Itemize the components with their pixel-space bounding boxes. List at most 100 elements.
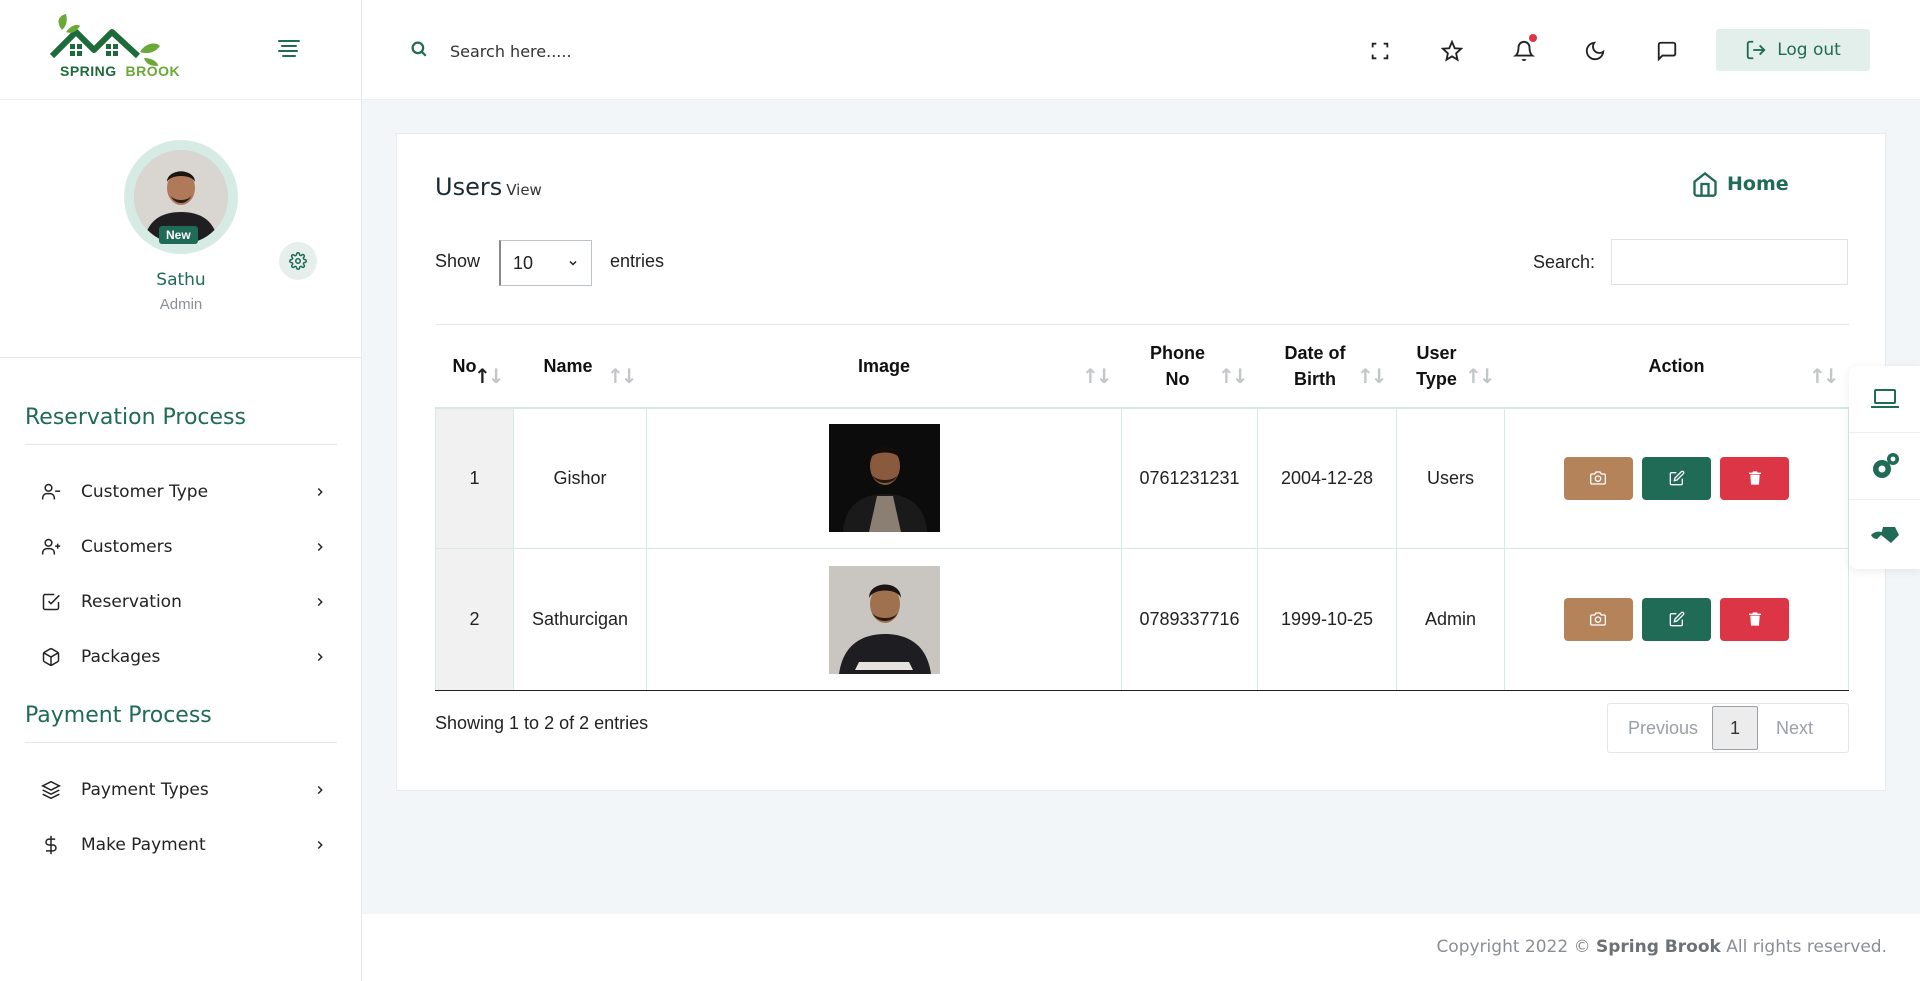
trash-icon: [1748, 471, 1761, 485]
page-title: Users View: [435, 173, 542, 201]
cell-phone: 0789337716: [1121, 548, 1258, 691]
edit-icon: [1669, 611, 1684, 627]
sidebar-item-label: Make Payment: [81, 835, 206, 855]
star-icon[interactable]: [1439, 38, 1465, 64]
global-search-input[interactable]: [450, 36, 850, 66]
column-header-image[interactable]: Image ↑↓: [646, 324, 1122, 409]
logo-text-part1: SPRING: [60, 63, 117, 79]
previous-page-button[interactable]: Previous: [1628, 718, 1698, 739]
cell-no: 2: [435, 548, 514, 691]
sort-icon: ↑↓: [1356, 363, 1387, 388]
sidebar-item-make-payment[interactable]: Make Payment: [25, 825, 337, 865]
photo-button[interactable]: [1563, 598, 1633, 641]
user-plus-icon: [41, 536, 71, 558]
check-square-icon: [41, 591, 71, 613]
logout-icon: [1747, 40, 1766, 60]
column-header-phone[interactable]: Phone No ↑↓: [1121, 324, 1258, 409]
user-photo[interactable]: [828, 565, 940, 674]
profile-role: Admin: [159, 296, 203, 313]
paint-button[interactable]: [1849, 500, 1920, 567]
divider: [25, 444, 337, 445]
trash-icon: [1748, 612, 1761, 626]
sidebar-item-customers[interactable]: Customers: [25, 527, 337, 567]
cell-user-type: Users: [1396, 407, 1505, 549]
laptop-button[interactable]: [1849, 366, 1920, 433]
cell-dob: 1999-10-25: [1257, 548, 1397, 691]
sidebar-item-label: Reservation: [81, 592, 182, 612]
sidebar-item-packages[interactable]: Packages: [25, 637, 337, 677]
logo-area: SPRING BROOK: [0, 0, 361, 100]
edit-button[interactable]: [1642, 456, 1711, 500]
page-button-1[interactable]: 1: [1712, 706, 1759, 750]
sidebar-item-payment-types[interactable]: Payment Types: [25, 770, 337, 810]
sidebar-item-label: Customers: [81, 537, 173, 557]
sort-icon: ↑↓: [1081, 363, 1112, 388]
gears-icon: [1872, 453, 1899, 478]
chevron-right-icon: [317, 542, 323, 552]
message-icon[interactable]: [1654, 38, 1680, 64]
table-info: Showing 1 to 2 of 2 entries: [435, 713, 649, 733]
cell-image: [646, 548, 1122, 691]
sidebar-item-customer-type[interactable]: Customer Type: [25, 472, 337, 512]
sidebar: SPRING BROOK New Sathu Admin Reservation…: [0, 0, 362, 981]
edit-button[interactable]: [1642, 598, 1711, 641]
chevron-right-icon: [317, 487, 323, 497]
moon-icon[interactable]: [1582, 38, 1608, 64]
logo-text-part2: BROOK: [125, 63, 181, 79]
chevron-right-icon: [317, 652, 323, 662]
logout-button[interactable]: Log out: [1716, 29, 1870, 71]
entries-per-page-select[interactable]: 10: [499, 240, 592, 286]
cell-name: Sathurcigan: [513, 548, 647, 691]
paint-bucket-icon: [1870, 526, 1899, 543]
chevron-down-icon: [569, 260, 577, 266]
user-photo[interactable]: [828, 424, 940, 533]
next-page-button[interactable]: Next: [1776, 718, 1813, 739]
home-link[interactable]: Home: [1691, 170, 1789, 198]
section-title-reservation: Reservation Process: [25, 405, 246, 430]
edit-icon: [1669, 470, 1684, 486]
page-title-text: Users: [435, 173, 503, 201]
show-label: Show: [435, 251, 481, 271]
photo-button[interactable]: [1563, 456, 1633, 500]
cell-actions: [1504, 407, 1849, 549]
delete-button[interactable]: [1720, 456, 1790, 500]
sort-icon: ↑↓: [606, 363, 637, 388]
dollar-icon: [41, 834, 71, 856]
divider: [25, 742, 337, 743]
copyright: Copyright 2022 © Spring Brook All rights…: [1436, 937, 1887, 957]
fullscreen-icon[interactable]: [1367, 38, 1393, 64]
column-header-dob[interactable]: Date of Birth ↑↓: [1257, 324, 1397, 409]
settings-button[interactable]: [1849, 433, 1920, 500]
sidebar-item-reservation[interactable]: Reservation: [25, 582, 337, 622]
floating-toolbar: [1849, 366, 1920, 569]
sidebar-item-label: Packages: [81, 647, 161, 667]
new-badge: New: [159, 226, 198, 244]
delete-button[interactable]: [1720, 598, 1790, 641]
notification-bell-icon[interactable]: [1511, 34, 1537, 64]
profile-card: New Sathu Admin: [0, 100, 361, 358]
column-header-name[interactable]: Name ↑↓: [513, 324, 647, 409]
laptop-icon: [1870, 389, 1899, 408]
search-icon: [411, 41, 427, 57]
menu-toggle-icon[interactable]: [278, 40, 300, 60]
layers-icon: [41, 779, 71, 801]
avatar-ring: New: [124, 140, 238, 254]
footer-brand: Spring Brook: [1595, 937, 1721, 957]
sort-icon: ↑↓: [1808, 363, 1839, 388]
column-header-action[interactable]: Action ↑↓: [1504, 324, 1849, 409]
logo-text: SPRING BROOK: [60, 63, 180, 79]
camera-icon: [1590, 612, 1607, 626]
sort-icon: ↑↓: [473, 363, 504, 388]
column-header-no[interactable]: No ↑↓: [435, 324, 514, 409]
cell-actions: [1504, 548, 1849, 691]
profile-name: Sathu: [156, 270, 206, 290]
table-row: 2 Sathurcigan 0789337716 1999-10-25 Admi…: [435, 548, 1849, 691]
column-header-user-type[interactable]: User Type ↑↓: [1396, 324, 1505, 409]
home-label: Home: [1727, 173, 1789, 195]
section-title-payment: Payment Process: [25, 703, 212, 728]
table-search-input[interactable]: [1611, 239, 1848, 285]
page-subtitle: View: [506, 181, 542, 199]
package-icon: [41, 646, 71, 668]
sort-icon: ↑↓: [1217, 363, 1248, 388]
entries-value: 10: [513, 252, 534, 273]
